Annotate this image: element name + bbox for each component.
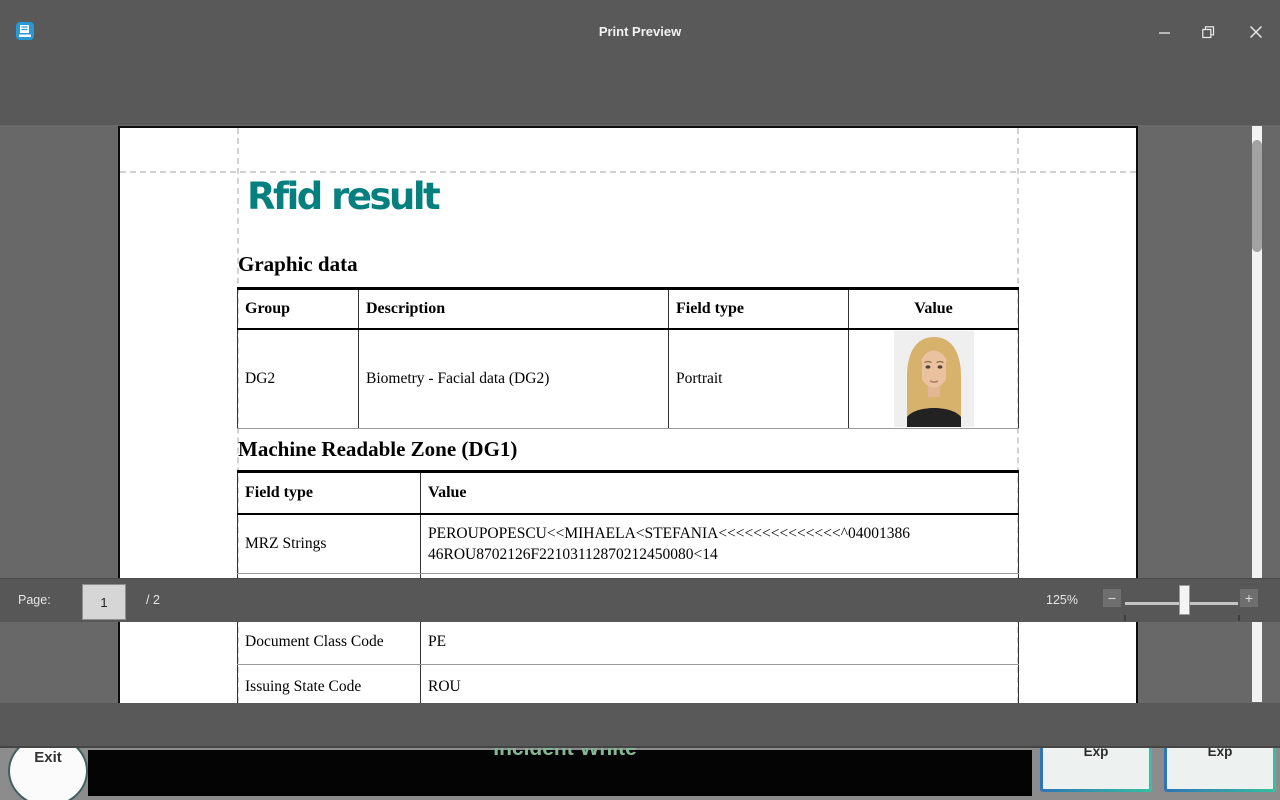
col-field-type: Field type [669, 289, 849, 329]
cell-value: PEROUPOPESCU<<MIHAELA<STEFANIA<<<<<<<<<<… [421, 514, 1019, 574]
document-title: Rfid result [247, 177, 438, 217]
minimize-button[interactable] [1150, 22, 1180, 42]
col-value: Value [421, 472, 1019, 514]
table-row: Issuing State Code ROU [238, 665, 1019, 704]
print-preview-window: Print Preview [0, 0, 1280, 748]
table-row: DG2 Biometry - Facial data (DG2) Portrai… [238, 329, 1019, 429]
cell-field: Document Class Code [238, 619, 421, 665]
zoom-minus-button[interactable]: − [1103, 589, 1121, 607]
close-button[interactable] [1241, 22, 1271, 42]
cell-description: Biometry - Facial data (DG2) [359, 329, 669, 429]
zoom-plus-button[interactable]: + [1240, 589, 1258, 607]
graphic-data-heading: Graphic data [238, 252, 358, 277]
page-total: / 2 [146, 593, 160, 607]
page-number-input[interactable] [82, 584, 126, 620]
col-group: Group [238, 289, 359, 329]
title-bar: Print Preview [0, 0, 1280, 62]
zoom-slider-thumb[interactable] [1179, 585, 1190, 615]
col-description: Description [359, 289, 669, 329]
cell-portrait [849, 329, 1019, 429]
cell-value: ROU [421, 665, 1019, 704]
cell-field: Issuing State Code [238, 665, 421, 704]
margin-guide-top [120, 171, 1136, 173]
cell-value: PE [421, 619, 1019, 665]
page-label: Page: [18, 593, 51, 607]
export-button-2-label: Exp [1167, 741, 1273, 789]
cell-field-type: Portrait [669, 329, 849, 429]
col-value: Value [849, 289, 1019, 329]
slider-tick [1124, 615, 1126, 621]
scrollbar-thumb[interactable] [1252, 140, 1262, 252]
export-button-1-label: Exp [1043, 741, 1149, 789]
window-title: Print Preview [0, 24, 1280, 39]
graphic-data-table: Group Description Field type Value DG2 B… [237, 287, 1019, 429]
slider-tick [1238, 615, 1240, 621]
toolbar: ? [0, 62, 1280, 125]
zoom-percent: 125% [1046, 593, 1078, 607]
table-row: MRZ Strings PEROUPOPESCU<<MIHAELA<STEFAN… [238, 514, 1019, 574]
status-bar: Page: / 2 125% − + [0, 578, 1280, 622]
col-field-type: Field type [238, 472, 421, 514]
table-row: Document Class Code PE [238, 619, 1019, 665]
mrz-heading: Machine Readable Zone (DG1) [238, 437, 517, 462]
cell-field: MRZ Strings [238, 514, 421, 574]
restore-button[interactable] [1193, 22, 1223, 42]
portrait-photo [894, 331, 974, 427]
screen: Exit Incident White Exp Exp Print Previe… [0, 0, 1280, 800]
cell-group: DG2 [238, 329, 359, 429]
